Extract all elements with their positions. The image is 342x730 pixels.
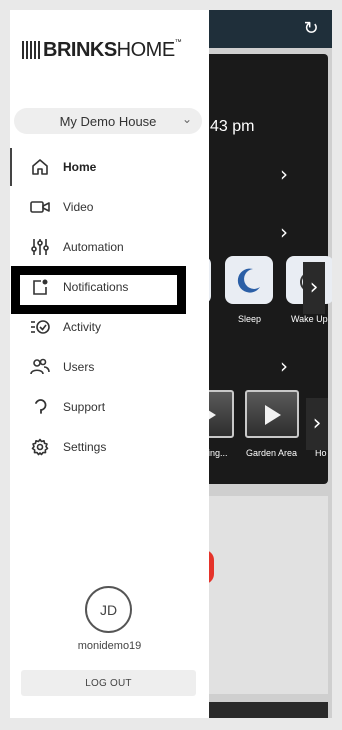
nav-item-video[interactable]: Video	[10, 188, 209, 226]
brand-logo: BRINKSHOME™	[22, 39, 202, 61]
video-tile-garden-area[interactable]	[245, 390, 299, 438]
refresh-icon[interactable]: ↻	[300, 18, 322, 40]
chevron-down-icon: ⌄	[181, 112, 192, 126]
chevron-right-icon[interactable]: ›	[280, 162, 288, 186]
users-icon	[30, 357, 50, 377]
nav-label: Automation	[63, 240, 124, 254]
active-indicator	[10, 148, 12, 186]
scene-tile-sleep[interactable]	[225, 256, 273, 304]
username: monidemo19	[77, 640, 142, 652]
house-selector-value: My Demo House	[59, 113, 157, 129]
avatar[interactable]: JD	[85, 586, 132, 633]
nav-item-home[interactable]: Home	[10, 148, 209, 186]
chevron-right-icon[interactable]: ›	[280, 220, 288, 244]
nav-label: Activity	[63, 320, 102, 334]
activity-list-icon	[30, 317, 50, 337]
logout-button[interactable]: LOG OUT	[21, 670, 196, 696]
scene-label: Sleep	[238, 314, 262, 324]
logo-brand-bold: BRINKS	[43, 38, 117, 61]
highlight-box	[11, 266, 186, 314]
logo-brand-thin: HOME	[116, 38, 176, 61]
sliders-icon	[30, 237, 50, 257]
nav-label: Video	[63, 200, 94, 214]
scroll-right-button[interactable]: ›	[306, 398, 328, 450]
gear-icon	[30, 437, 50, 457]
nav-label: Settings	[63, 440, 107, 454]
nav-drawer: BRINKSHOME™ My Demo House ⌄ Home Video A…	[10, 10, 209, 718]
nav-item-support[interactable]: Support	[10, 388, 209, 426]
house-selector[interactable]: My Demo House ⌄	[14, 108, 202, 134]
app-frame: ↻ 43 pm › › › › Sleep Wake Up › ning... …	[10, 10, 332, 718]
avatar-initials: JD	[99, 601, 118, 618]
chevron-right-icon[interactable]: ›	[280, 354, 288, 378]
nav-item-automation[interactable]: Automation	[10, 228, 209, 266]
moon-icon	[237, 268, 260, 293]
video-label: Garden Area	[246, 448, 298, 458]
home-icon	[30, 157, 50, 177]
nav-label: Support	[63, 400, 106, 414]
logo-mark	[22, 41, 40, 59]
time-display: 43 pm	[210, 118, 255, 135]
scroll-right-button[interactable]: ›	[303, 262, 325, 314]
nav-label: Users	[63, 360, 95, 374]
nav-label: Home	[63, 160, 97, 174]
video-camera-icon	[30, 197, 50, 217]
nav-item-users[interactable]: Users	[10, 348, 209, 386]
play-icon	[265, 405, 281, 425]
support-icon	[30, 397, 50, 417]
scene-label: Wake Up	[291, 314, 328, 324]
nav-item-settings[interactable]: Settings	[10, 428, 209, 466]
logo-trademark: ™	[174, 38, 182, 46]
